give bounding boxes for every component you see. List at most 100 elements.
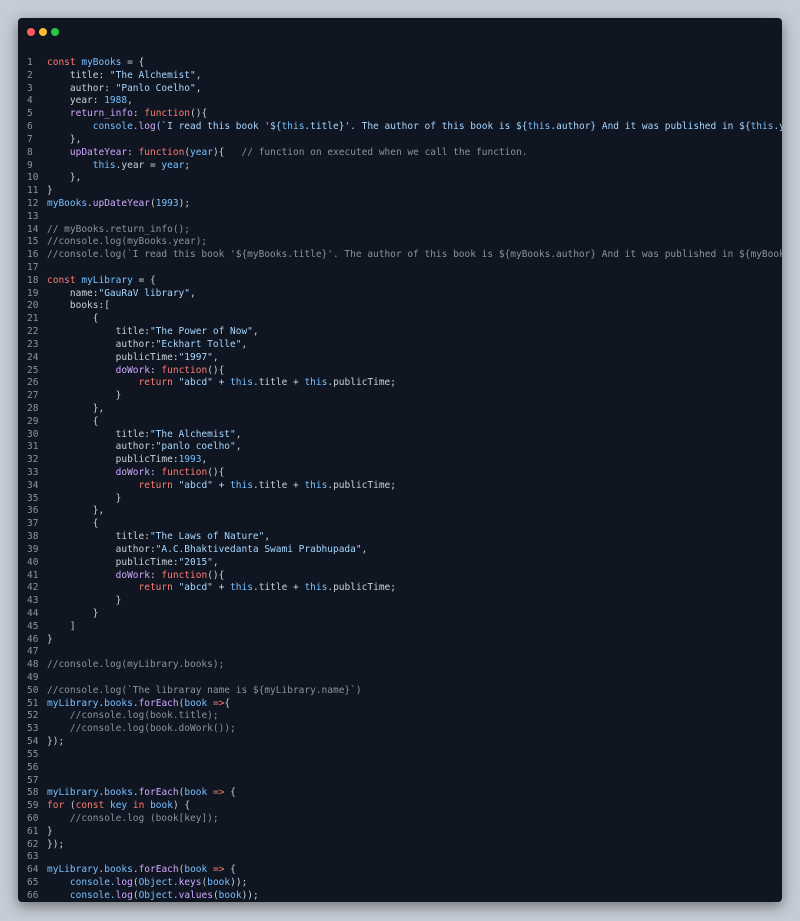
code-token: book <box>150 800 173 812</box>
code-token: //console.log(myBooks.year); <box>47 236 208 248</box>
line-code: publicTime:"1997", <box>47 352 219 365</box>
maximize-window-dot[interactable] <box>51 28 59 36</box>
code-line: 23 author:"Eckhart Tolle", <box>18 339 782 352</box>
line-number: 29 <box>27 415 39 427</box>
code-token: console. <box>69 877 116 888</box>
code-line: 45 ] <box>18 621 782 634</box>
minimize-window-dot[interactable] <box>39 28 47 36</box>
line-number: 28 <box>27 402 39 414</box>
code-token: myBooks <box>81 57 122 68</box>
line-number: 3 <box>27 82 33 94</box>
line-number: 16 <box>27 249 39 261</box>
code-token: "GauRaV library" <box>98 287 190 299</box>
line-number: 64 <box>27 864 39 876</box>
line-number: 65 <box>27 877 39 888</box>
line-number: 14 <box>27 223 39 235</box>
code-line: 34 return "abcd" + this.title + this.pub… <box>18 480 782 493</box>
line-code: author:"A.C.Bhaktivedanta Swami Prabhupa… <box>47 544 368 557</box>
line-code: title:"The Alchemist", <box>47 429 242 442</box>
line-number: 9 <box>27 159 33 171</box>
code-token: { <box>47 518 99 530</box>
code-token: doWork <box>115 364 150 376</box>
code-token: (){ <box>207 467 225 478</box>
code-line: 16 //console.log(`I read this book '${myB… <box>18 249 782 262</box>
code-token: in <box>132 800 145 812</box>
code-token: } <box>47 185 53 197</box>
line-number: 50 <box>27 684 39 696</box>
code-token: = { <box>132 274 156 286</box>
line-number: 32 <box>27 454 39 466</box>
code-token: doWork <box>115 569 150 581</box>
code-line: 50 //console.log(`The libraray name is ${… <box>18 685 782 698</box>
code-token: this <box>304 582 328 594</box>
code-line: 36 }, <box>18 505 782 518</box>
code-line: 3 author: "Panlo Coelho", <box>18 83 782 96</box>
code-token: key <box>109 800 128 812</box>
code-token: //console.log(myLibrary.books); <box>47 659 225 671</box>
line-code: } <box>47 493 122 506</box>
line-code: { <box>47 518 99 531</box>
window-titlebar <box>18 18 782 46</box>
code-token: 1993 <box>178 454 202 466</box>
code-token: const <box>75 800 105 812</box>
code-line: 42 return "abcd" + this.title + this.pub… <box>18 582 782 595</box>
line-number: 10 <box>27 172 39 184</box>
code-token: myLibrary <box>47 864 99 876</box>
code-token: this <box>230 377 253 389</box>
line-code: return "abcd" + this.title + this.public… <box>47 377 396 390</box>
code-line: 35 } <box>18 493 782 506</box>
code-line: 43 } <box>18 595 782 608</box>
line-number: 4 <box>27 95 33 107</box>
code-line: 61} <box>18 826 782 839</box>
code-token: "The Alchemist" <box>109 69 196 81</box>
code-token: , <box>241 338 248 350</box>
code-line: 47 <box>18 646 782 659</box>
code-token: ){ <box>212 146 242 158</box>
code-line: 40 publicTime:"2015", <box>18 557 782 570</box>
code-token: }, <box>47 505 105 517</box>
code-token: "abcd" <box>178 479 213 491</box>
line-number: 5 <box>27 108 33 120</box>
code-token: book <box>184 697 208 709</box>
code-token: , <box>252 326 259 338</box>
code-token: return_info <box>69 108 133 120</box>
line-code: } <box>47 634 53 647</box>
line-code: console.log(`I read this book '${this.ti… <box>47 121 782 134</box>
code-token: }, <box>47 402 105 414</box>
line-number: 63 <box>27 851 39 863</box>
code-token: .author} And it was published in ${ <box>550 121 751 133</box>
code-token: )); <box>230 877 248 888</box>
line-code: console.log(Object.keys(book)); <box>47 877 247 890</box>
line-number: 62 <box>27 838 39 850</box>
line-number: 1 <box>27 57 33 68</box>
code-line: 27 } <box>18 390 782 403</box>
code-token: forEach <box>138 697 179 709</box>
code-line: 44 } <box>18 608 782 621</box>
line-code: //console.log(`I read this book '${myBoo… <box>47 249 782 262</box>
code-token: .publicTime; <box>327 479 396 491</box>
line-number: 43 <box>27 595 39 607</box>
line-number: 60 <box>27 812 39 824</box>
line-code: myLibrary.books.forEach(book =>{ <box>47 698 230 711</box>
code-token: { <box>224 787 236 799</box>
line-number: 55 <box>27 748 39 760</box>
code-token: keys <box>178 877 202 888</box>
code-token: , <box>264 531 271 543</box>
line-number: 39 <box>27 543 39 555</box>
code-token: "2015" <box>178 556 213 568</box>
line-code: title:"The Laws of Nature", <box>47 531 270 544</box>
code-line: 38 title:"The Laws of Nature", <box>18 531 782 544</box>
code-token: title: <box>47 69 110 81</box>
line-code: } <box>47 595 122 608</box>
code-token: return <box>138 479 173 491</box>
line-number: 41 <box>27 569 39 581</box>
close-window-dot[interactable] <box>27 28 35 36</box>
line-number: 56 <box>27 761 39 773</box>
code-line: 62}); <box>18 839 782 852</box>
line-number: 44 <box>27 607 39 619</box>
line-number: 30 <box>27 428 39 440</box>
line-number: 25 <box>27 364 39 376</box>
